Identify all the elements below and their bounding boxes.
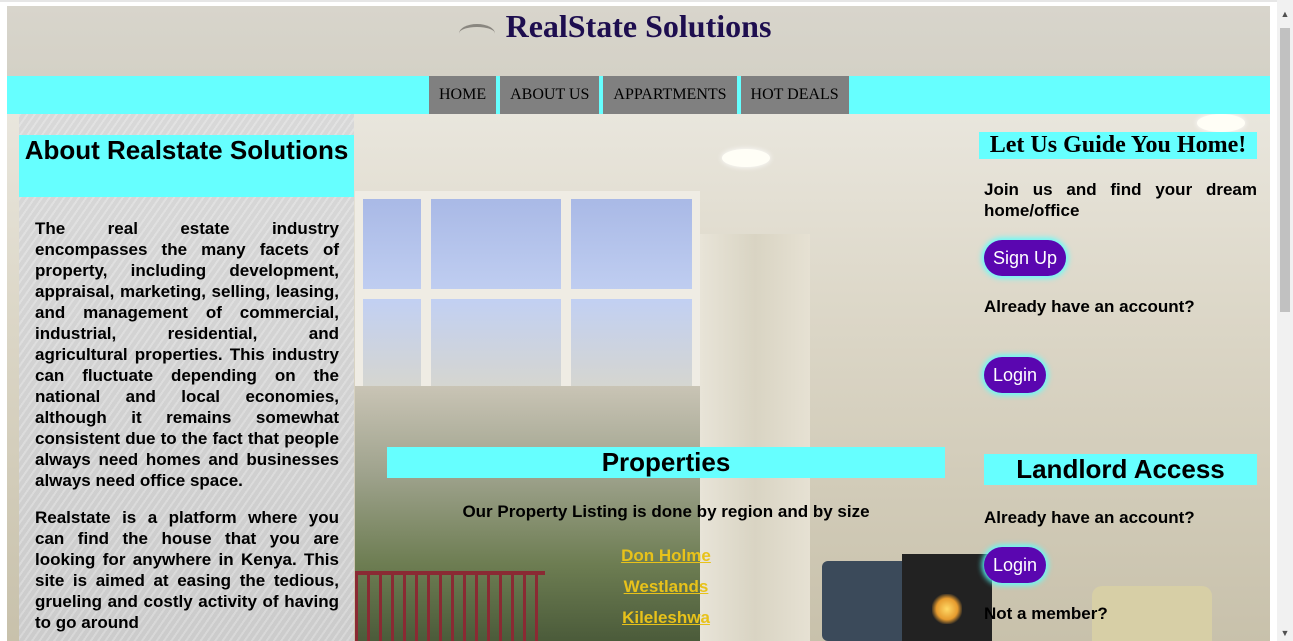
landlord-have-account-text: Already have an account? [984,508,1195,527]
scroll-down-arrow-icon[interactable]: ▼ [1277,625,1293,641]
nav-item-hot-deals[interactable]: HOT DEALS [740,76,849,114]
nav-item-appartments[interactable]: APPARTMENTS [603,76,737,114]
window-mullion [363,289,692,299]
property-link-kileleshwa[interactable]: Kileleshwa [387,607,945,628]
signup-button[interactable]: Sign Up [984,240,1067,276]
guide-heading: Let Us Guide You Home! [979,132,1257,159]
site-title: RealState Solutions [505,8,772,44]
navbar: HOME ABOUT US APPARTMENTS HOT DEALS [7,76,1270,114]
guide-have-account-text: Already have an account? [984,297,1195,316]
ceiling-light [722,149,770,167]
nav-item-home[interactable]: HOME [429,76,497,114]
login-button[interactable]: Login [984,357,1047,393]
about-paragraph: The real estate industry encompasses the… [35,219,339,490]
about-paragraph: Realstate is a platform where you can fi… [35,508,339,632]
scroll-up-arrow-icon[interactable]: ▲ [1277,6,1293,22]
property-link-don-holme[interactable]: Don Holme [387,545,945,566]
about-heading: About Realstate Solutions [19,135,354,197]
ceiling-light [1197,114,1245,132]
landlord-not-member-text: Not a member? [984,604,1108,623]
properties-heading: Properties [387,447,945,478]
browser-top-border [0,0,1293,2]
about-text: The real estate industry encompasses the… [35,218,339,641]
nav-item-about-us[interactable]: ABOUT US [500,76,600,114]
property-link-westlands[interactable]: Westlands [387,576,945,597]
landlord-login-button[interactable]: Login [984,547,1047,583]
page-viewport: RealState Solutions HOME ABOUT US APPART… [7,6,1270,641]
vertical-scrollbar[interactable]: ▲ ▼ [1277,0,1293,641]
about-panel: About Realstate Solutions The real estat… [19,114,354,641]
scrollbar-thumb[interactable] [1280,28,1290,312]
guide-join-text: Join us and find your dream home/office [984,180,1257,220]
properties-description: Our Property Listing is done by region a… [462,502,870,521]
landlord-heading: Landlord Access [984,454,1257,485]
nav-menu: HOME ABOUT US APPARTMENTS HOT DEALS [429,76,849,114]
